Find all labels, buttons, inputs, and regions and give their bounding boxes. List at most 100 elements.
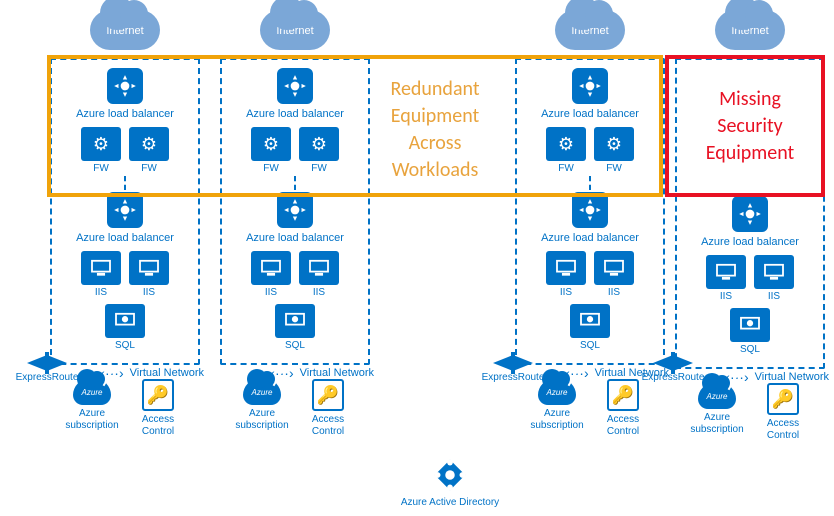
firewall-icon: ⚙ (81, 127, 121, 161)
virtual-network-box: Azure load balancer ⚙ FW ⚙ FW Azure load b… (515, 58, 665, 365)
vm-icon (754, 255, 794, 289)
iis-label: IIS (706, 291, 746, 302)
azure-subscription-icon: Azure (73, 379, 111, 405)
access-ctrl-label: Access Control (595, 414, 651, 437)
deployment-column: Internet Azure load balancer ⚙ FW ⚙ FW Azu… (215, 0, 375, 437)
azure-ad-label: Azure Active Directory (400, 497, 500, 509)
fw-label: FW (251, 163, 291, 174)
footer-row: Azure Azure subscription 🔑 Access Control (64, 379, 186, 437)
vm-icon (299, 251, 339, 285)
load-balancer-label: Azure load balancer (541, 108, 639, 121)
access-control-icon: 🔑 (312, 379, 344, 411)
fw-label: FW (594, 163, 634, 174)
access-ctrl-label: Access Control (300, 414, 356, 437)
gear-icon: ⚙ (558, 134, 574, 155)
internet-label: Internet (731, 25, 768, 37)
gear-icon: ⚙ (606, 134, 622, 155)
gear-icon: ⚙ (311, 134, 327, 155)
vm-icon (594, 251, 634, 285)
expressroute-icon: ExpressRoute (638, 356, 708, 383)
internet-label: Internet (276, 25, 313, 37)
load-balancer-label: Azure load balancer (76, 108, 174, 121)
missing-callout-text: Missing Security Equipment (690, 86, 810, 167)
access-ctrl-label: Access Control (130, 414, 186, 437)
gear-icon: ⚙ (263, 134, 279, 155)
fw-label: FW (129, 163, 169, 174)
internet-cloud: Internet (555, 10, 625, 50)
load-balancer-icon (107, 68, 143, 104)
azure-subscription-icon: Azure (698, 383, 736, 409)
load-balancer-label: Azure load balancer (701, 236, 799, 249)
load-balancer-icon (732, 196, 768, 232)
footer-row: Azure Azure subscription 🔑 Access Control (529, 379, 651, 437)
sql-vm-icon (730, 308, 770, 342)
fw-label: FW (546, 163, 586, 174)
sql-vm-icon (570, 304, 610, 338)
firewall-icon: ⚙ (129, 127, 169, 161)
azure-subscription-icon: Azure (243, 379, 281, 405)
vm-icon (546, 251, 586, 285)
firewall-icon: ⚙ (251, 127, 291, 161)
sql-label: SQL (275, 340, 315, 351)
virtual-network-box: Azure load balancer ⚙ FW ⚙ FW Azure load b… (220, 58, 370, 365)
vnet-label-row: ‹···›Virtual Network (268, 365, 374, 381)
iis-label: IIS (81, 287, 121, 298)
load-balancer-label: Azure load balancer (246, 232, 344, 245)
vnet-label-row: ‹···›Virtual Network (98, 365, 204, 381)
sql-label: SQL (105, 340, 145, 351)
vm-icon (81, 251, 121, 285)
iis-label: IIS (546, 287, 586, 298)
fw-label: FW (299, 163, 339, 174)
sql-label: SQL (570, 340, 610, 351)
access-control-icon: 🔑 (607, 379, 639, 411)
virtual-network-box: Azure load balancer ⚙FW ⚙FW Azure load b… (50, 58, 200, 365)
sql-vm-icon (275, 304, 315, 338)
access-control-icon: 🔑 (767, 383, 799, 415)
load-balancer-label: Azure load balancer (246, 108, 344, 121)
gear-icon: ⚙ (93, 134, 109, 155)
internet-label: Internet (571, 25, 608, 37)
azure-sub-label: Azure subscription (689, 412, 745, 435)
internet-label: Internet (106, 25, 143, 37)
azure-sub-label: Azure subscription (529, 408, 585, 431)
connector-line (589, 176, 591, 190)
vnet-label-row: ‹···›Virtual Network (723, 369, 829, 385)
vnet-label: Virtual Network (130, 367, 204, 379)
iis-label: IIS (594, 287, 634, 298)
vnet-label: Virtual Network (755, 371, 829, 383)
firewall-icon: ⚙ (299, 127, 339, 161)
vnet-label: Virtual Network (300, 367, 374, 379)
iis-label: IIS (129, 287, 169, 298)
iis-label: IIS (251, 287, 291, 298)
load-balancer-icon (572, 192, 608, 228)
footer-row: Azure Azure subscription 🔑 Access Control (234, 379, 356, 437)
expressroute-icon: ExpressRoute (12, 356, 82, 383)
access-control-icon: 🔑 (142, 379, 174, 411)
iis-label: IIS (299, 287, 339, 298)
connector-line (294, 176, 296, 190)
fw-label: FW (81, 163, 121, 174)
footer-row: Azure Azure subscription 🔑 Access Control (689, 383, 811, 441)
load-balancer-icon (277, 68, 313, 104)
azure-sub-label: Azure subscription (64, 408, 120, 431)
firewall-icon: ⚙ (546, 127, 586, 161)
azure-ad-block: Azure Active Directory (400, 456, 500, 509)
connector-line (124, 176, 126, 190)
azure-subscription-icon: Azure (538, 379, 576, 405)
iis-label: IIS (754, 291, 794, 302)
sql-vm-icon (105, 304, 145, 338)
expressroute-icon: ExpressRoute (478, 356, 548, 383)
azure-sub-label: Azure subscription (234, 408, 290, 431)
gear-icon: ⚙ (141, 134, 157, 155)
azure-ad-icon (431, 456, 469, 494)
access-ctrl-label: Access Control (755, 418, 811, 441)
load-balancer-label: Azure load balancer (541, 232, 639, 245)
vm-icon (251, 251, 291, 285)
load-balancer-icon (277, 192, 313, 228)
redundant-callout-text: Redundant Equipment Across Workloads (370, 76, 500, 184)
firewall-icon: ⚙ (594, 127, 634, 161)
sql-label: SQL (730, 344, 770, 355)
load-balancer-icon (107, 192, 143, 228)
vm-icon (129, 251, 169, 285)
internet-cloud: Internet (260, 10, 330, 50)
